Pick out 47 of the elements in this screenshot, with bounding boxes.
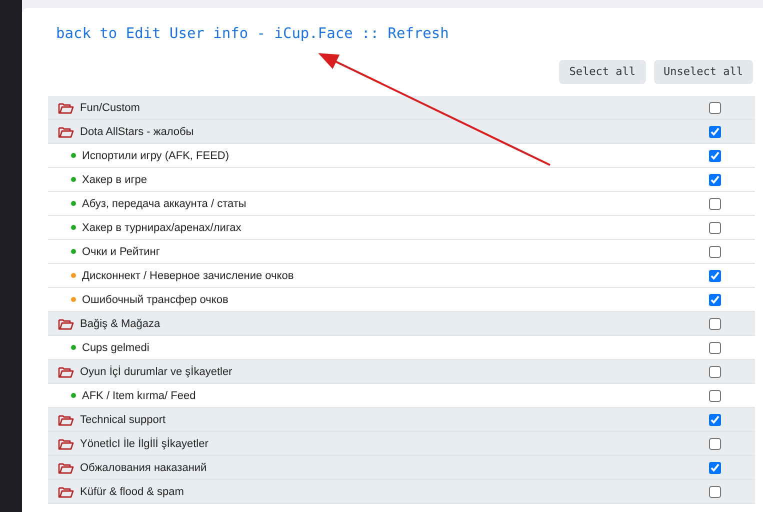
row-checkbox[interactable]: [709, 126, 721, 138]
unselect-all-button[interactable]: Unselect all: [654, 60, 753, 84]
row-label: Дисконнект / Неверное зачисление очков: [82, 268, 295, 284]
row-label: Küfür & flood & spam: [80, 484, 185, 500]
folder-icon: [58, 318, 74, 330]
row-label: Bağiş & Mağaza: [80, 316, 162, 332]
row-checkbox[interactable]: [709, 294, 721, 306]
row-label: Dota AllStars - жалобы: [80, 124, 195, 140]
row-checkbox[interactable]: [709, 390, 721, 402]
separator-text: ::: [360, 26, 380, 42]
row-label: Испортили игру (AFK, FEED): [82, 148, 230, 164]
row-checkbox[interactable]: [709, 102, 721, 114]
row-checkbox[interactable]: [709, 462, 721, 474]
folder-icon: [58, 366, 74, 378]
folder-icon: [58, 462, 74, 474]
row-checkbox[interactable]: [709, 150, 721, 162]
row-label: Cups gelmedi: [82, 340, 150, 356]
row-label: Очки и Рейтинг: [82, 244, 161, 260]
row-label: Обжалования наказаний: [80, 460, 208, 476]
row-checkbox[interactable]: [709, 270, 721, 282]
row-checkbox[interactable]: [709, 318, 721, 330]
select-all-button[interactable]: Select all: [559, 60, 646, 84]
row-label: Хакер в турнирах/аренах/лигах: [82, 220, 242, 236]
row-label: Хакер в игре: [82, 172, 148, 188]
row-checkbox[interactable]: [709, 198, 721, 210]
row-label: Абуз, передача аккаунта / статы: [82, 196, 248, 212]
folder-icon: [58, 438, 74, 450]
folder-icon: [58, 102, 74, 114]
row-label: Technical support: [80, 412, 167, 428]
refresh-link[interactable]: Refresh: [388, 26, 449, 42]
row-label: Fun/Custom: [80, 100, 141, 116]
row-checkbox[interactable]: [709, 486, 721, 498]
row-checkbox[interactable]: [709, 246, 721, 258]
row-label: YönetİcI İle İlgİlİ şİkayetler: [80, 436, 210, 452]
row-checkbox[interactable]: [709, 438, 721, 450]
row-checkbox[interactable]: [709, 366, 721, 378]
row-checkbox[interactable]: [709, 414, 721, 426]
row-checkbox[interactable]: [709, 342, 721, 354]
row-label: Oyun İçİ durumlar ve şİkayetler: [80, 364, 234, 380]
row-checkbox[interactable]: [709, 222, 721, 234]
folder-icon: [58, 486, 74, 498]
folder-icon: [58, 414, 74, 426]
folder-icon: [58, 126, 74, 138]
row-checkbox[interactable]: [709, 174, 721, 186]
row-label: AFK / Item kırma/ Feed: [82, 388, 197, 404]
row-label: Ошибочный трансфер очков: [82, 292, 230, 308]
back-link[interactable]: back to Edit User info - iCup.Face: [56, 26, 353, 42]
